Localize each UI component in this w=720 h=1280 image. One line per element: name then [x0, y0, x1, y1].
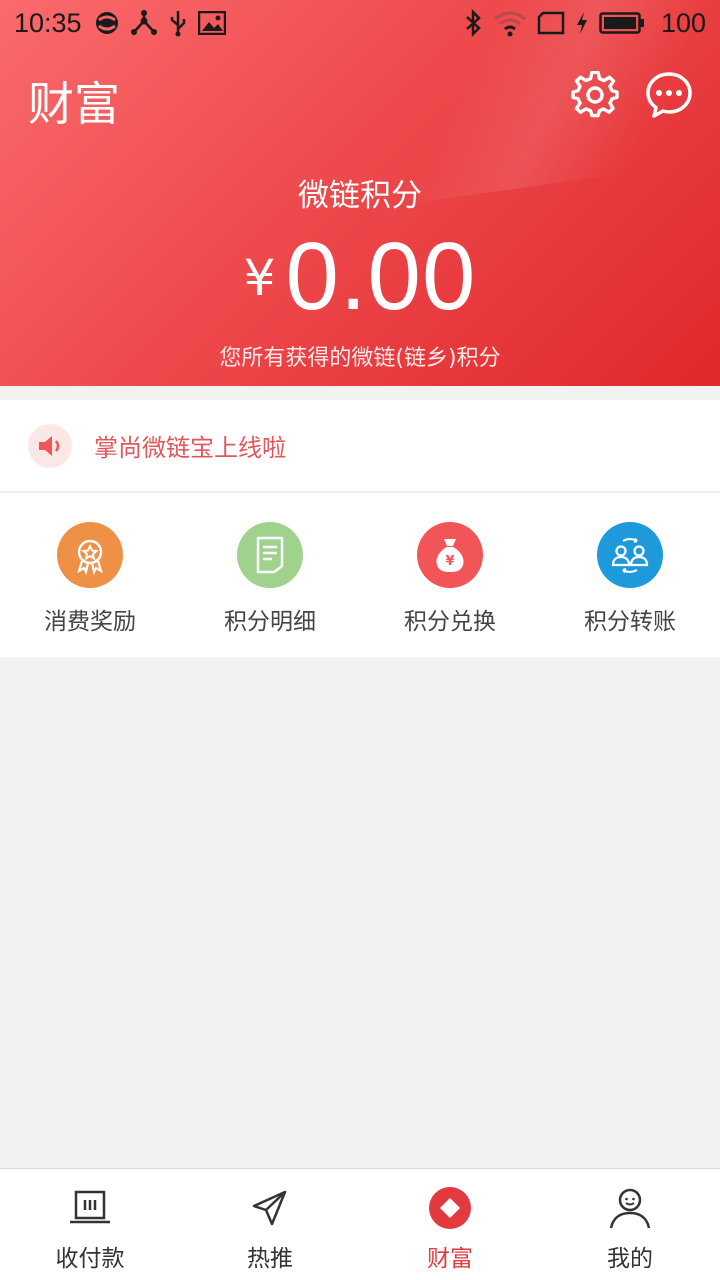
wifi-icon — [493, 9, 527, 37]
wealth-icon — [427, 1185, 473, 1231]
balance-description: 您所有获得的微链(链乡)积分 — [219, 346, 501, 371]
balance-display: ¥0.00 — [0, 222, 720, 332]
badge-icon — [57, 522, 123, 588]
balance-amount: 0.00 — [285, 223, 477, 330]
title-bar: 财富 — [0, 62, 720, 136]
chat-bubble-icon — [646, 72, 692, 118]
feature-label: 积分明细 — [224, 609, 316, 635]
speaker-icon — [28, 423, 72, 468]
balance-label: 微链积分 — [298, 178, 422, 214]
image-icon — [197, 11, 226, 35]
tab-label: 财富 — [427, 1246, 473, 1272]
status-bar: 10:35 100 — [0, 0, 720, 46]
gear-icon — [571, 71, 619, 118]
battery-percent: 100 — [660, 7, 706, 38]
feature-grid: 消费奖励 积分明细 ¥ 积分兑换 积分转账 — [0, 493, 720, 657]
charging-icon — [575, 11, 589, 35]
page-title: 财富 — [28, 77, 120, 131]
cashier-icon — [67, 1185, 113, 1231]
feature-points-exchange[interactable]: ¥ 积分兑换 — [360, 493, 540, 657]
tab-mine[interactable]: 我的 — [540, 1169, 720, 1280]
status-right-group: 100 — [463, 8, 706, 39]
tab-label: 收付款 — [55, 1246, 125, 1272]
tab-wealth[interactable]: 财富 — [360, 1169, 540, 1280]
battery-icon — [599, 12, 645, 34]
feature-points-transfer[interactable]: 积分转账 — [540, 493, 720, 657]
settings-button[interactable] — [570, 70, 620, 120]
feature-consumption-reward[interactable]: 消费奖励 — [0, 493, 180, 657]
sim-card-icon — [537, 11, 565, 35]
bluetooth-icon — [463, 9, 483, 37]
tab-hot-push[interactable]: 热推 — [180, 1169, 360, 1280]
feature-label: 消费奖励 — [44, 609, 136, 635]
message-button[interactable] — [644, 70, 694, 120]
currency-symbol: ¥ — [243, 249, 276, 307]
bottom-navigation: 收付款 热推 财富 我的 — [0, 1168, 720, 1280]
feature-points-detail[interactable]: 积分明细 — [180, 493, 360, 657]
tab-cashier[interactable]: 收付款 — [0, 1169, 180, 1280]
tab-label: 热推 — [247, 1246, 293, 1272]
money-bag-icon: ¥ — [417, 522, 483, 588]
announcement-bar[interactable]: 掌尚微链宝上线啦 — [0, 400, 720, 492]
usb-icon — [168, 9, 188, 37]
wealth-header: 10:35 100 财富 微链积分 ¥ 0.00 您所有获得的微链(链乡)积分 — [0, 0, 720, 386]
transfer-icon — [597, 522, 663, 588]
status-time: 10:35 — [14, 7, 82, 38]
paper-plane-icon — [247, 1185, 293, 1231]
vpn-icon — [94, 10, 120, 36]
person-icon — [607, 1185, 653, 1231]
document-icon — [237, 522, 303, 588]
announcement-text: 掌尚微链宝上线啦 — [94, 434, 286, 462]
feature-label: 积分兑换 — [404, 609, 496, 635]
feature-label: 积分转账 — [584, 609, 676, 635]
tab-label: 我的 — [607, 1246, 653, 1272]
svg-text:¥: ¥ — [445, 554, 454, 569]
share-hub-icon — [130, 10, 158, 36]
